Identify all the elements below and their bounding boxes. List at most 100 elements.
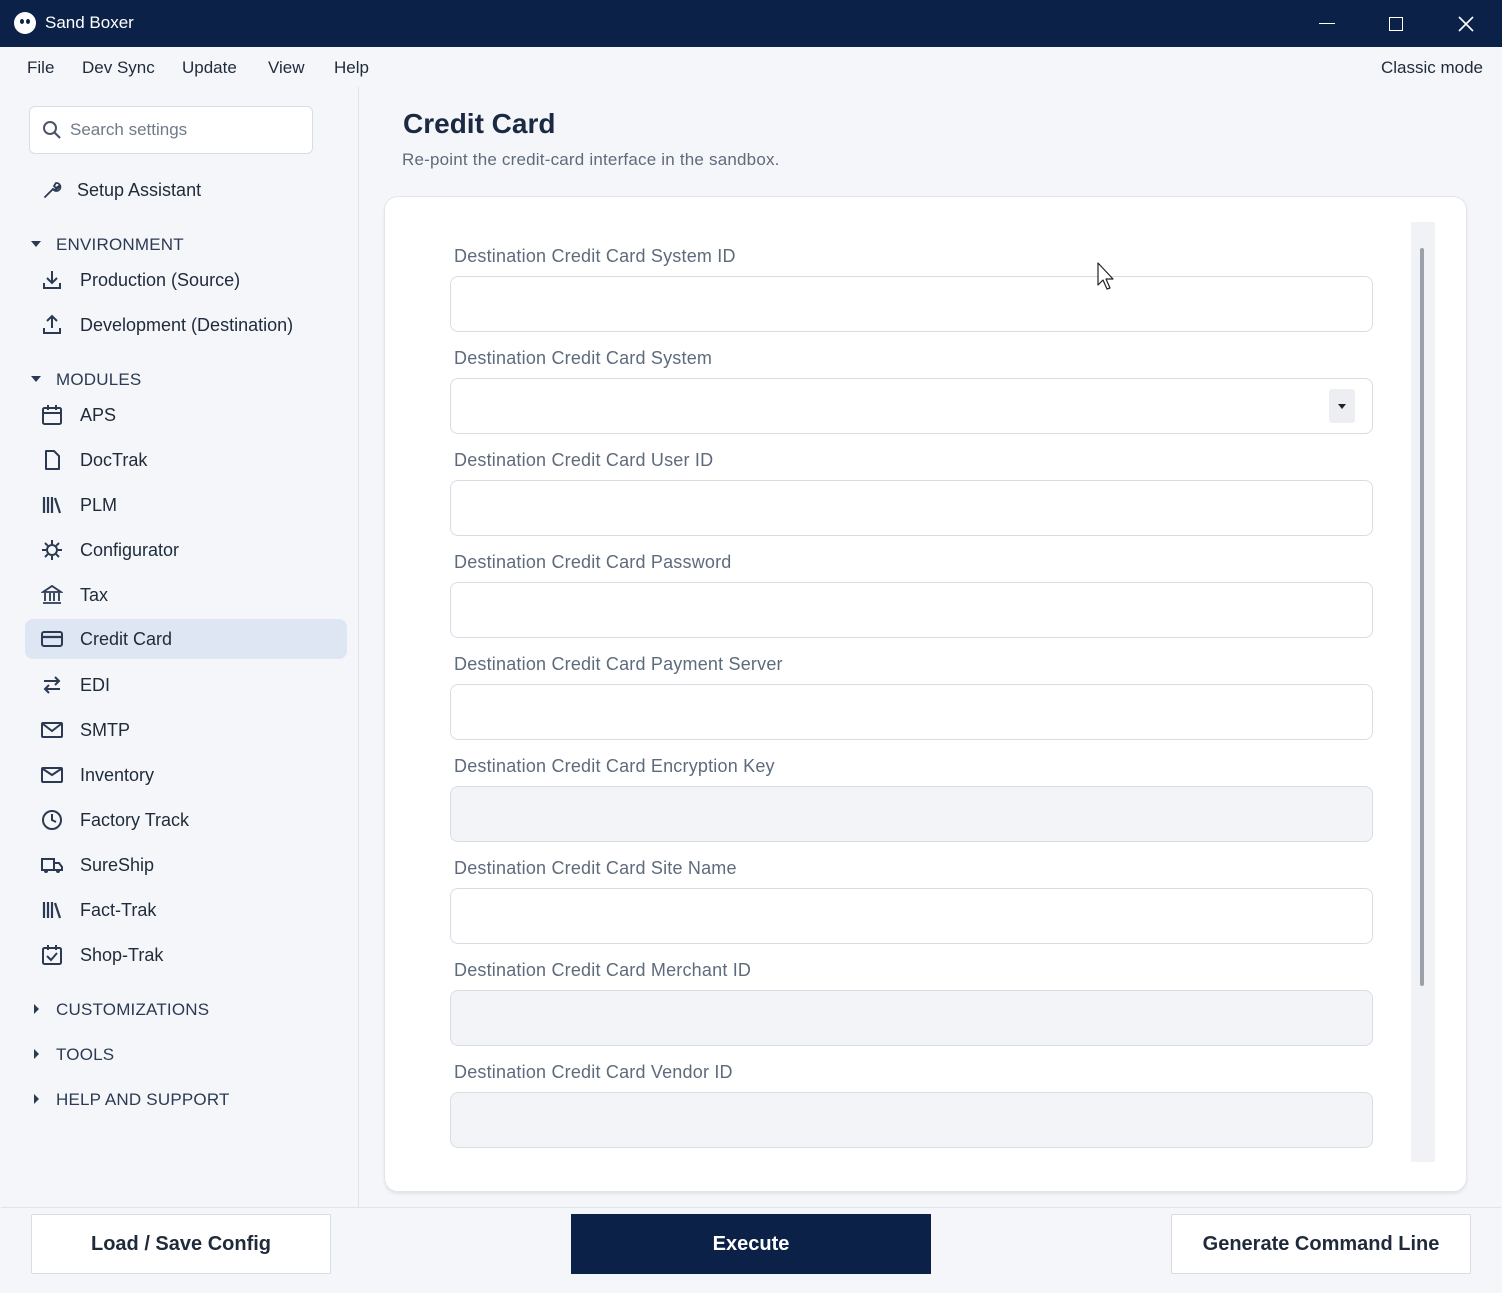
- sidebar-item-label: DocTrak: [80, 450, 148, 470]
- sidebar-item-plm[interactable]: PLM: [25, 485, 347, 525]
- mouse-cursor-icon: [1097, 262, 1114, 290]
- execute-button[interactable]: Execute: [571, 1214, 931, 1274]
- load-save-config-button[interactable]: Load / Save Config: [31, 1214, 331, 1274]
- maximize-button[interactable]: [1361, 0, 1431, 47]
- sidebar-item-label: EDI: [80, 675, 111, 695]
- scrollbar-thumb[interactable]: [1420, 248, 1424, 986]
- title-bar: Sand Boxer: [0, 0, 1502, 47]
- sidebar-item-tax[interactable]: Tax: [25, 575, 347, 615]
- dropdown-button[interactable]: [1329, 389, 1355, 423]
- menu-update[interactable]: Update: [182, 58, 237, 78]
- sidebar-item-label: Factory Track: [80, 810, 190, 830]
- inbox-icon: [41, 767, 63, 783]
- close-icon: [1458, 15, 1474, 32]
- field-label-user-id: Destination Credit Card User ID: [454, 450, 714, 470]
- sidebar-item-label: Inventory: [80, 765, 155, 785]
- calendar-check-icon: [42, 945, 62, 965]
- page-subtitle: Re-point the credit-card interface in th…: [402, 150, 780, 169]
- field-label-system: Destination Credit Card System: [454, 348, 713, 368]
- app-logo-icon: [14, 12, 36, 34]
- sidebar-item-credit-card[interactable]: Credit Card: [25, 619, 347, 659]
- menu-dev-sync[interactable]: Dev Sync: [82, 58, 155, 78]
- sidebar-item-label: Tax: [80, 585, 109, 605]
- sidebar-item-label: Shop-Trak: [80, 945, 164, 965]
- sidebar-item-label: Configurator: [80, 540, 180, 560]
- sidebar-item-setup-assistant[interactable]: Setup Assistant: [25, 170, 347, 210]
- sidebar-item-label: PLM: [80, 495, 118, 515]
- sidebar-item-edi[interactable]: EDI: [25, 665, 347, 705]
- sidebar-item-label: Setup Assistant: [77, 180, 202, 200]
- section-label: CUSTOMIZATIONS: [56, 1000, 210, 1019]
- sidebar-item-fact-trak[interactable]: Fact-Trak: [25, 890, 347, 930]
- sidebar-item-label: Credit Card: [80, 629, 173, 649]
- field-label-encryption-key: Destination Credit Card Encryption Key: [454, 756, 775, 776]
- field-label-password: Destination Credit Card Password: [454, 552, 732, 572]
- maximize-icon: [1389, 16, 1403, 31]
- payment-server-input[interactable]: [450, 684, 1373, 740]
- field-label-vendor-id: Destination Credit Card Vendor ID: [454, 1062, 733, 1082]
- password-input[interactable]: [450, 582, 1373, 638]
- sidebar-item-factory-track[interactable]: Factory Track: [25, 800, 347, 840]
- search-box[interactable]: [29, 106, 313, 154]
- section-label: HELP AND SUPPORT: [56, 1090, 230, 1109]
- field-label-system-id: Destination Credit Card System ID: [454, 246, 736, 266]
- caret-right-icon: [34, 1004, 39, 1014]
- wrench-icon: [44, 182, 62, 198]
- sidebar-item-shop-trak[interactable]: Shop-Trak: [25, 935, 347, 975]
- site-name-input[interactable]: [450, 888, 1373, 944]
- chevron-down-icon: [1338, 404, 1346, 409]
- menu-help[interactable]: Help: [334, 58, 369, 78]
- sidebar-item-doctrak[interactable]: DocTrak: [25, 440, 347, 480]
- caret-down-icon: [31, 241, 41, 247]
- menu-bar: File Dev Sync Update View Help Classic m…: [1, 47, 1501, 87]
- sidebar-item-label: Fact-Trak: [80, 900, 157, 920]
- sidebar-item-smtp[interactable]: SMTP: [25, 710, 347, 750]
- generate-command-line-button[interactable]: Generate Command Line: [1171, 1214, 1471, 1274]
- sidebar-item-label: Production (Source): [80, 270, 241, 290]
- close-button[interactable]: [1431, 0, 1501, 47]
- sidebar-item-production[interactable]: Production (Source): [25, 260, 347, 300]
- search-input[interactable]: [70, 117, 300, 143]
- sidebar-item-development[interactable]: Development (Destination): [25, 305, 347, 345]
- document-icon: [45, 450, 60, 470]
- sidebar-item-label: APS: [80, 405, 117, 425]
- calendar-icon: [42, 405, 62, 425]
- system-select[interactable]: [450, 378, 1373, 434]
- sidebar-item-aps[interactable]: APS: [25, 395, 347, 435]
- caret-right-icon: [34, 1094, 39, 1104]
- field-label-merchant-id: Destination Credit Card Merchant ID: [454, 960, 752, 980]
- merchant-id-input[interactable]: [450, 990, 1373, 1046]
- section-label: ENVIRONMENT: [56, 235, 184, 254]
- sidebar-item-inventory[interactable]: Inventory: [25, 755, 347, 795]
- sidebar-item-label: SMTP: [80, 720, 131, 740]
- library-icon: [42, 497, 62, 514]
- minimize-button[interactable]: [1292, 0, 1362, 47]
- vendor-id-input[interactable]: [450, 1092, 1373, 1148]
- system-id-input[interactable]: [450, 276, 1373, 332]
- truck-icon: [41, 858, 63, 873]
- caret-right-icon: [34, 1049, 39, 1059]
- section-label: MODULES: [56, 370, 142, 389]
- swap-arrows-icon: [43, 676, 61, 694]
- sidebar-item-label: Development (Destination): [80, 315, 294, 335]
- search-icon: [43, 121, 61, 139]
- gear-icon: [42, 540, 62, 560]
- sidebar-item-configurator[interactable]: Configurator: [25, 530, 347, 570]
- caret-down-icon: [31, 376, 41, 382]
- classic-mode-link[interactable]: Classic mode: [1381, 58, 1483, 78]
- menu-file[interactable]: File: [27, 58, 54, 78]
- sidebar-item-sureship[interactable]: SureShip: [25, 845, 347, 885]
- library-icon: [42, 902, 62, 919]
- credit-card-icon: [41, 631, 63, 647]
- window-title: Sand Boxer: [45, 13, 134, 32]
- sidebar: Setup Assistant ENVIRONMENT Production (…: [1, 87, 359, 1207]
- mail-icon: [41, 722, 63, 738]
- sidebar-item-label: SureShip: [80, 855, 155, 875]
- field-label-payment-server: Destination Credit Card Payment Server: [454, 654, 783, 674]
- download-icon: [43, 271, 61, 289]
- user-id-input[interactable]: [450, 480, 1373, 536]
- menu-view[interactable]: View: [268, 58, 305, 78]
- upload-icon: [43, 314, 61, 334]
- encryption-key-input[interactable]: [450, 786, 1373, 842]
- clock-icon: [42, 810, 62, 830]
